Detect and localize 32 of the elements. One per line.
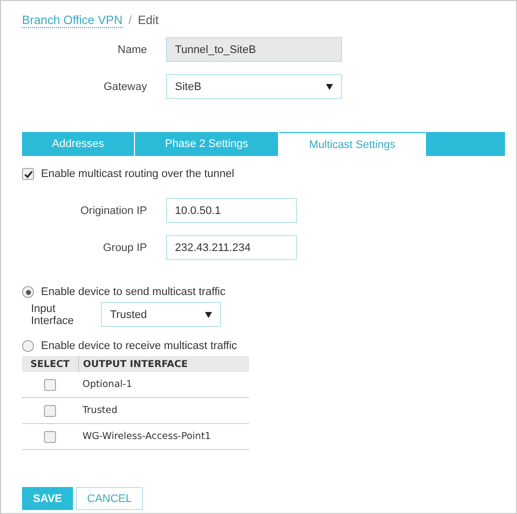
field-label: Name — [116, 44, 148, 56]
gateway-dropdown[interactable]: SiteB — [166, 74, 342, 99]
radio-label: Enable device to receive multicast traffic — [41, 340, 238, 352]
cancel-button[interactable]: CANCEL — [76, 487, 143, 510]
save-button[interactable]: SAVE — [22, 487, 74, 510]
caret-icon — [326, 84, 333, 90]
field-label: Origination IP — [79, 204, 148, 216]
breadcrumb-separator: / — [128, 13, 132, 27]
column-header: SELECT — [22, 356, 78, 372]
radio-label: Enable device to send multicast traffic — [41, 286, 226, 298]
field-label: Gateway — [102, 80, 148, 92]
tab[interactable]: Multicast Settings — [279, 132, 426, 156]
radio-button[interactable] — [22, 340, 34, 352]
row-checkbox[interactable] — [44, 430, 56, 442]
field-label: Group IP — [102, 242, 148, 254]
table-cell: WG-Wireless-Access-Point1 — [78, 424, 249, 450]
table-cell: Trusted — [78, 398, 249, 424]
field-label: Input Interface — [30, 302, 75, 326]
breadcrumb-link[interactable]: Branch Office VPN — [22, 12, 122, 28]
interface-dropdown[interactable]: Trusted — [101, 302, 221, 327]
column-header: OUTPUT INTERFACE — [78, 356, 249, 372]
breadcrumb-current: Edit — [138, 13, 159, 27]
input-field[interactable]: 232.43.211.234 — [166, 235, 297, 260]
radio-button[interactable] — [22, 286, 34, 298]
caret-icon — [205, 312, 212, 318]
row-checkbox[interactable] — [44, 378, 56, 390]
table-cell: Optional-1 — [78, 372, 249, 398]
checkbox-label: Enable multicast routing over the tunnel — [41, 168, 234, 180]
row-checkbox[interactable] — [44, 404, 56, 416]
name-field[interactable]: Tunnel_to_SiteB — [166, 37, 342, 62]
checkbox[interactable] — [22, 168, 34, 180]
input-field[interactable]: 10.0.50.1 — [166, 198, 297, 223]
